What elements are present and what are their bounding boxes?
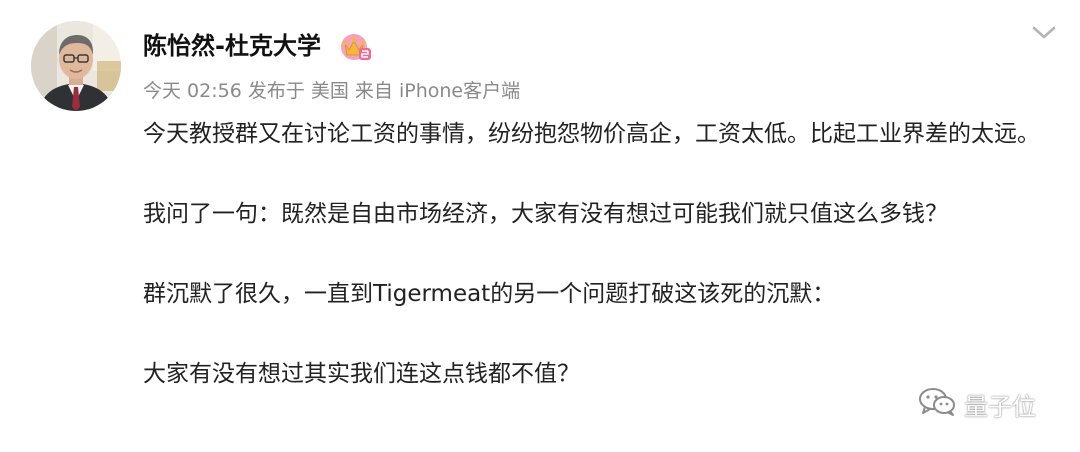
post-paragraph: 大家有没有想过其实我们连这点钱都不值？ <box>143 361 580 387</box>
post-body: 今天教授群又在讨论工资的事情，纷纷抱怨物价高企，工资太低。比起工业界差的太远。 … <box>143 114 1048 394</box>
avatar-photo <box>31 21 121 111</box>
post-meta: 今天 02:56 发布于 美国 来自 iPhone客户端 <box>143 80 521 102</box>
watermark-text: 量子位 <box>964 392 1036 421</box>
wechat-logo-icon <box>918 385 956 423</box>
chevron-down-icon[interactable] <box>1028 20 1060 46</box>
author-avatar[interactable] <box>31 21 121 111</box>
post-paragraph: 群沉默了很久，一直到Tigermeat的另一个问题打破这该死的沉默： <box>143 281 836 307</box>
crown-vip-icon <box>339 30 373 64</box>
author-name[interactable]: 陈怡然-杜克大学 <box>143 29 321 63</box>
post-paragraph: 我问了一句：既然是自由市场经济，大家有没有想过可能我们就只值这么多钱？ <box>143 201 948 227</box>
watermark: 量子位 <box>918 384 1036 424</box>
post-paragraph: 今天教授群又在讨论工资的事情，纷纷抱怨物价高企，工资太低。比起工业界差的太远。 <box>143 121 1040 147</box>
